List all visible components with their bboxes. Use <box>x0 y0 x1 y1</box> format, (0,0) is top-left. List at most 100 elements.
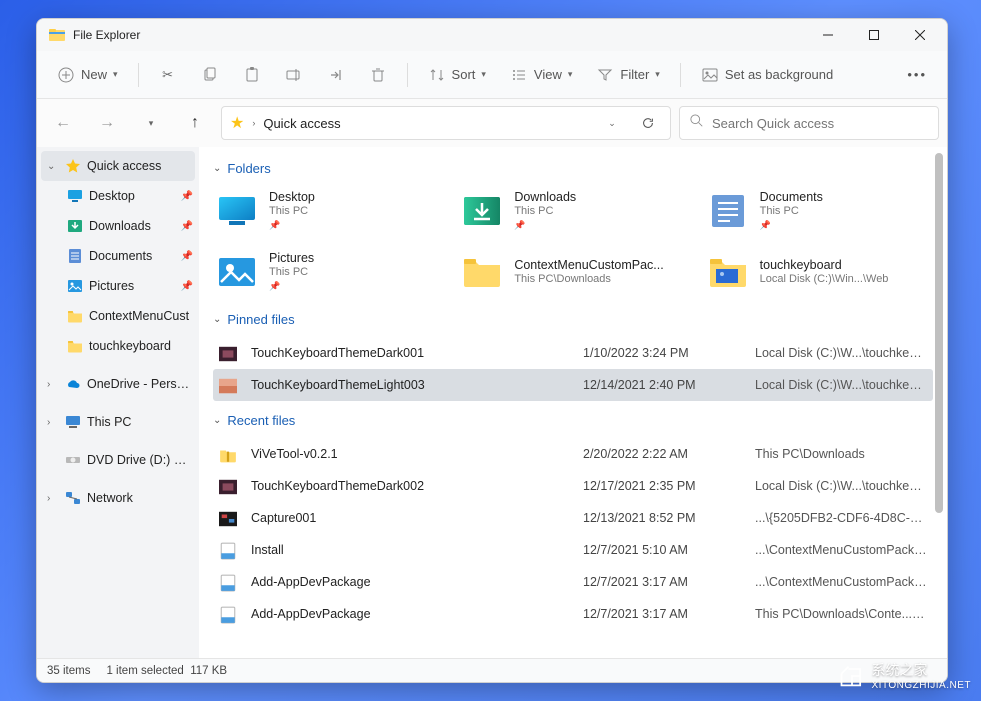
forward-button[interactable]: → <box>89 107 125 139</box>
file-date: 12/7/2021 3:17 AM <box>583 575 743 589</box>
set-background-button[interactable]: Set as background <box>691 58 843 92</box>
file-row[interactable]: Add-AppDevPackage 12/7/2021 3:17 AM ...\… <box>213 566 933 598</box>
scrollbar-thumb[interactable] <box>935 153 943 513</box>
file-path: Local Disk (C:)\W...\touchkeyboard <box>755 479 927 493</box>
more-button[interactable]: ••• <box>897 58 937 92</box>
sidebar-item-network[interactable]: ›Network <box>37 483 199 513</box>
img-light-icon <box>219 377 239 393</box>
sidebar-item-downloads[interactable]: Downloads 📌 <box>37 211 199 241</box>
folder-name: Desktop <box>269 190 315 204</box>
paste-button[interactable] <box>233 58 271 92</box>
pin-icon: 📌 <box>181 191 193 202</box>
folder-name: touchkeyboard <box>760 258 889 272</box>
sidebar-item-quick-access[interactable]: ⌄Quick access <box>41 151 195 181</box>
recent-section-header[interactable]: ⌄ Recent files <box>213 413 933 428</box>
pin-icon: 📌 <box>181 221 193 232</box>
pin-icon: 📌 <box>269 281 314 292</box>
filter-button[interactable]: Filter ▾ <box>586 58 669 92</box>
folder-item[interactable]: touchkeyboard Local Disk (C:)\Win...\Web <box>704 247 933 296</box>
folder-item[interactable]: Downloads This PC 📌 <box>458 186 687 235</box>
sidebar-item-this-pc[interactable]: › This PC <box>37 407 199 437</box>
search-box[interactable] <box>679 106 939 140</box>
recent-locations-button[interactable]: ▾ <box>133 107 169 139</box>
sidebar-item-label: touchkeyboard <box>89 339 193 353</box>
scissors-icon: ✂ <box>159 66 177 84</box>
minimize-button[interactable] <box>805 19 851 51</box>
file-row[interactable]: TouchKeyboardThemeDark001 1/10/2022 3:24… <box>213 337 933 369</box>
address-dropdown-button[interactable]: ⌄ <box>598 118 626 129</box>
trash-icon <box>369 66 387 84</box>
pin-icon: 📌 <box>181 251 193 262</box>
separator <box>680 63 681 87</box>
chevron-icon: ⌄ <box>47 161 59 172</box>
cut-button[interactable]: ✂ <box>149 58 187 92</box>
sidebar-item-label: This PC <box>87 415 193 429</box>
file-name: Install <box>251 543 571 557</box>
file-path: ...\{5205DFB2-CDF6-4D8C-A0B1-3... <box>755 511 927 525</box>
titlebar: File Explorer <box>37 19 947 51</box>
file-row[interactable]: Install 12/7/2021 5:10 AM ...\ContextMen… <box>213 534 933 566</box>
pinned-section-header[interactable]: ⌄ Pinned files <box>213 312 933 327</box>
share-button[interactable] <box>317 58 355 92</box>
address-path: Quick access <box>263 116 590 131</box>
sort-icon <box>428 66 446 84</box>
close-button[interactable] <box>897 19 943 51</box>
folder-location: This PC\Downloads <box>514 273 663 285</box>
view-button[interactable]: View ▾ <box>500 58 582 92</box>
chevron-icon: › <box>47 417 59 428</box>
file-row[interactable]: TouchKeyboardThemeDark002 12/17/2021 2:3… <box>213 470 933 502</box>
section-title: Pinned files <box>227 312 294 327</box>
documents-icon <box>67 248 83 264</box>
address-bar[interactable]: ★ › Quick access ⌄ <box>221 106 671 140</box>
file-path: Local Disk (C:)\W...\touchkeyboard <box>755 378 927 392</box>
file-name: ViVeTool-v0.2.1 <box>251 447 571 461</box>
sidebar-item-contextmenucust[interactable]: ContextMenuCust <box>37 301 199 331</box>
folders-section-header[interactable]: ⌄ Folders <box>213 161 933 176</box>
file-row[interactable]: Add-AppDevPackage 12/7/2021 3:17 AM This… <box>213 598 933 630</box>
chevron-icon: › <box>47 379 59 390</box>
rename-button[interactable] <box>275 58 313 92</box>
section-title: Folders <box>227 161 270 176</box>
file-name: Add-AppDevPackage <box>251 607 571 621</box>
file-row[interactable]: ViVeTool-v0.2.1 2/20/2022 2:22 AM This P… <box>213 438 933 470</box>
copy-icon <box>201 66 219 84</box>
file-date: 12/7/2021 5:10 AM <box>583 543 743 557</box>
folder-item[interactable]: Pictures This PC 📌 <box>213 247 442 296</box>
copy-button[interactable] <box>191 58 229 92</box>
folder-item[interactable]: Documents This PC 📌 <box>704 186 933 235</box>
sidebar-item-pictures[interactable]: Pictures📌 <box>37 271 199 301</box>
sidebar-item-dvd-drive-d-ccco[interactable]: DVD Drive (D:) CCCO <box>37 445 199 475</box>
delete-button[interactable] <box>359 58 397 92</box>
file-path: This PC\Downloads\Conte...\en-US <box>755 607 927 621</box>
section-title: Recent files <box>227 413 295 428</box>
file-name: TouchKeyboardThemeDark001 <box>251 346 571 360</box>
folder-img-icon <box>708 252 748 292</box>
chevron-down-icon: ▾ <box>481 69 486 80</box>
up-button[interactable]: ↑ <box>177 107 213 139</box>
sidebar-item-touchkeyboard[interactable]: touchkeyboard <box>37 331 199 361</box>
file-row[interactable]: TouchKeyboardThemeLight003 12/14/2021 2:… <box>213 369 933 401</box>
watermark: 系统之家 XITONGZHIJIA.NET <box>838 660 972 691</box>
maximize-button[interactable] <box>851 19 897 51</box>
file-row[interactable]: Capture001 12/13/2021 8:52 PM ...\{5205D… <box>213 502 933 534</box>
folder-item[interactable]: Desktop This PC 📌 <box>213 186 442 235</box>
new-button[interactable]: New ▾ <box>47 58 128 92</box>
watermark-url: XITONGZHIJIA.NET <box>872 680 972 691</box>
sidebar-item-label: Downloads <box>89 219 175 233</box>
folder-item[interactable]: ContextMenuCustomPac... This PC\Download… <box>458 247 687 296</box>
ps1-icon <box>219 606 239 622</box>
scrollbar[interactable] <box>935 153 945 652</box>
refresh-button[interactable] <box>634 116 662 130</box>
sort-button[interactable]: Sort ▾ <box>418 58 496 92</box>
dvd-icon <box>65 452 81 468</box>
chevron-down-icon: ▾ <box>655 69 660 80</box>
app-icon <box>49 27 65 43</box>
sidebar-item-documents[interactable]: Documents📌 <box>37 241 199 271</box>
back-button[interactable]: ← <box>45 107 81 139</box>
sidebar-item-onedrive-personal[interactable]: ›OneDrive - Personal <box>37 369 199 399</box>
search-input[interactable] <box>712 116 928 131</box>
file-path: This PC\Downloads <box>755 447 927 461</box>
pin-icon: 📌 <box>514 220 576 231</box>
desktop-icon <box>217 191 257 231</box>
sidebar-item-desktop[interactable]: Desktop📌 <box>37 181 199 211</box>
